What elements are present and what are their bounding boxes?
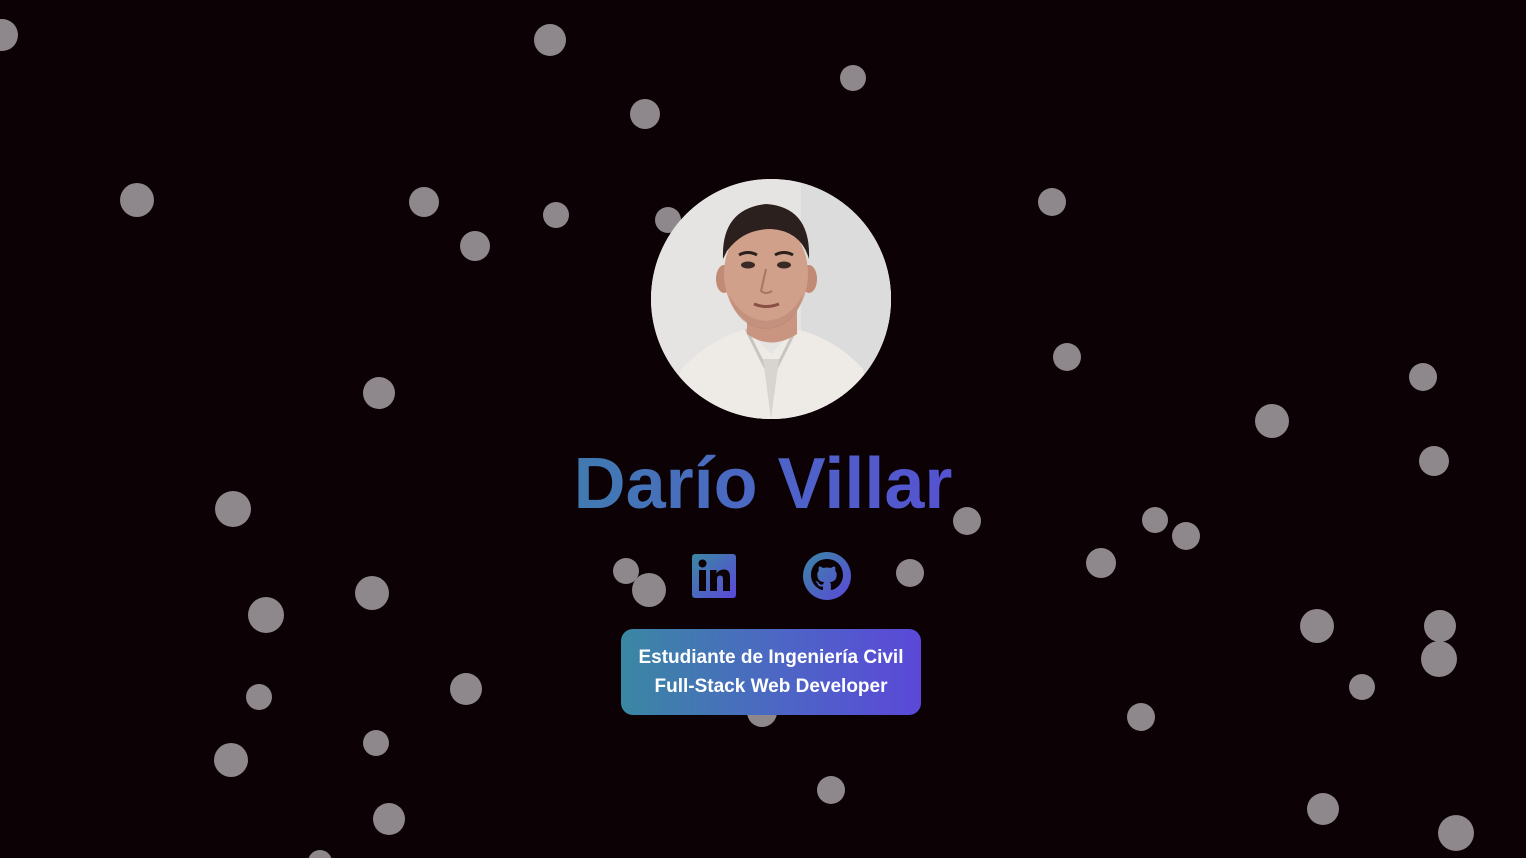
particle-dot xyxy=(373,803,405,835)
particle-dot xyxy=(450,673,482,705)
particle-dot xyxy=(1255,404,1289,438)
particle-dot xyxy=(1349,674,1375,700)
particle-dot xyxy=(355,576,389,610)
particle-dot xyxy=(363,730,389,756)
particle-dot xyxy=(632,573,666,607)
particle-dot xyxy=(215,491,251,527)
particle-dot xyxy=(248,597,284,633)
particle-dot xyxy=(1409,363,1437,391)
particle-dot xyxy=(1142,507,1168,533)
particle-dot xyxy=(363,377,395,409)
particle-dot xyxy=(630,99,660,129)
particle-dot xyxy=(1307,793,1339,825)
particle-dot xyxy=(534,24,566,56)
particle-dot xyxy=(1086,548,1116,578)
particle-dot xyxy=(409,187,439,217)
particle-dot xyxy=(1419,446,1449,476)
particle-dot xyxy=(543,202,569,228)
profile-name: Darío Villar xyxy=(463,444,1063,524)
particle-dot xyxy=(308,850,332,858)
particle-dot xyxy=(1127,703,1155,731)
particle-dot xyxy=(1424,610,1456,642)
particle-dot xyxy=(1172,522,1200,550)
github-link[interactable] xyxy=(802,551,852,601)
particle-dot xyxy=(1038,188,1066,216)
role-line-study: Estudiante de Ingeniería Civil xyxy=(638,647,904,668)
particle-dot xyxy=(460,231,490,261)
profile-photo xyxy=(651,179,891,419)
linkedin-link[interactable] xyxy=(689,551,739,601)
particle-dot xyxy=(214,743,248,777)
role-line-developer: Full-Stack Web Developer xyxy=(654,676,888,697)
role-badge: Estudiante de Ingeniería Civil Full-Stac… xyxy=(621,629,921,715)
particle-dot xyxy=(1438,815,1474,851)
particle-dot xyxy=(1421,641,1457,677)
particle-dot xyxy=(246,684,272,710)
particles-background: Darío Villar Estudiante de Ingeniería Ci… xyxy=(0,0,1526,858)
particle-dot xyxy=(0,19,18,51)
particle-dot xyxy=(120,183,154,217)
particle-dot xyxy=(840,65,866,91)
particle-dot xyxy=(1053,343,1081,371)
particle-dot xyxy=(817,776,845,804)
particle-dot xyxy=(896,559,924,587)
linkedin-icon xyxy=(692,554,736,598)
particle-dot xyxy=(1300,609,1334,643)
github-icon xyxy=(803,552,851,600)
profile-avatar xyxy=(651,179,891,419)
